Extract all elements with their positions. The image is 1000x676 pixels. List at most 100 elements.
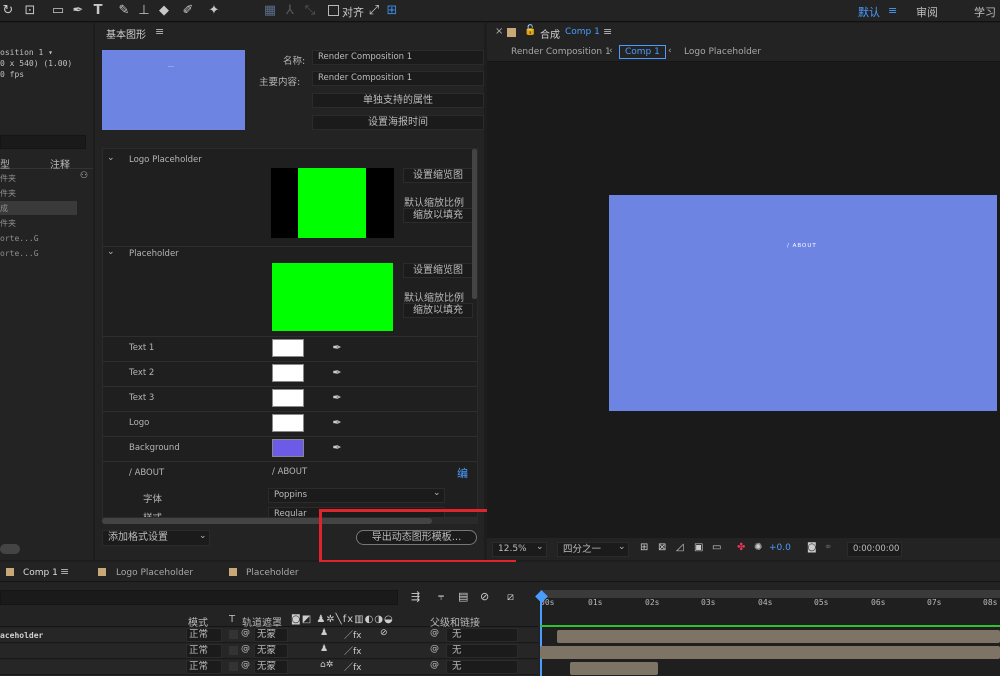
eraser-tool-icon[interactable]: ◆ xyxy=(156,3,172,19)
workspace-menu-icon[interactable]: ≡ xyxy=(888,4,897,17)
tab-logo-placeholder[interactable]: Logo Placeholder xyxy=(116,568,193,578)
property-list-scrollbar[interactable] xyxy=(472,149,477,299)
region-of-interest-icon[interactable]: ▣ xyxy=(694,542,703,553)
graph-editor-icon[interactable]: ⧄ xyxy=(507,590,514,604)
roto-brush-tool-icon[interactable]: ✐ xyxy=(180,3,196,19)
project-search-input[interactable] xyxy=(0,135,86,149)
col-track-matte[interactable]: 轨道遮罩 xyxy=(242,614,282,629)
snap-checkbox[interactable] xyxy=(328,5,339,16)
snap-grid-icon[interactable]: ▦ xyxy=(262,3,278,19)
layer-bar[interactable] xyxy=(557,630,1000,643)
color-swatch-text2[interactable] xyxy=(272,364,304,382)
color-swatch-logo[interactable] xyxy=(272,414,304,432)
draft-3d-icon[interactable]: ⫧ xyxy=(438,590,444,604)
work-area-bar[interactable] xyxy=(540,590,1000,598)
panel-title[interactable]: 基本图形 xyxy=(106,26,146,41)
preserve-transparency-toggle[interactable] xyxy=(229,630,238,639)
pick-whip-icon[interactable]: @ xyxy=(430,628,439,638)
pick-whip-icon[interactable]: @ xyxy=(430,660,439,670)
guides-icon[interactable]: ▭ xyxy=(712,542,721,553)
motion-blur-switch-icon[interactable]: ⊘ xyxy=(380,628,388,638)
add-format-select[interactable]: 添加格式设置 xyxy=(102,530,210,546)
shy-layers-icon[interactable]: ▤ xyxy=(458,590,468,603)
chevron-down-icon[interactable]: ⌄ xyxy=(536,542,544,552)
set-poster-time-button[interactable]: 设置海报时间 xyxy=(312,115,484,130)
exposure-reset-icon[interactable]: ✺ xyxy=(754,542,762,553)
fx-switch-icon[interactable]: ／fx xyxy=(344,660,362,673)
fast-preview-icon[interactable]: ⊞ xyxy=(640,542,648,553)
chevron-down-icon[interactable]: ⌄ xyxy=(199,531,207,541)
breadcrumb-comp1[interactable]: Comp 1 xyxy=(619,45,666,59)
matte-select[interactable]: 无蒙 xyxy=(254,628,288,642)
parent-select[interactable]: 无 xyxy=(446,644,518,658)
fx-switch-icon[interactable]: ／fx xyxy=(344,628,362,641)
workspace-learn[interactable]: 学习 xyxy=(974,4,996,20)
panel-menu-icon[interactable]: ≡ xyxy=(603,25,612,38)
comp-canvas[interactable]: / ABOUT xyxy=(609,195,997,411)
eyedropper-icon[interactable]: ✒ xyxy=(331,391,343,405)
timecode-field[interactable]: 0:00:00:00 xyxy=(847,542,902,557)
clone-stamp-tool-icon[interactable]: ⊥ xyxy=(136,3,152,19)
mode-select[interactable]: 正常 xyxy=(186,660,222,674)
pen-tool-icon[interactable]: ✒ xyxy=(70,3,86,19)
panel-menu-icon[interactable]: ≡ xyxy=(60,565,69,578)
matte-link-icon[interactable]: @ xyxy=(241,628,250,638)
list-item[interactable]: orte...G xyxy=(0,249,39,258)
transparency-grid-icon[interactable]: ⊠ xyxy=(658,542,666,553)
layer-bar[interactable] xyxy=(570,662,658,675)
scale-select[interactable]: 缩放以填充 xyxy=(403,208,473,223)
brush-tool-icon[interactable]: ✎ xyxy=(116,3,132,19)
matte-link-icon[interactable]: @ xyxy=(241,644,250,654)
shy-switch-icon[interactable]: ♟ xyxy=(320,644,328,654)
eyedropper-icon[interactable]: ✒ xyxy=(331,366,343,380)
scale-select[interactable]: 缩放以填充 xyxy=(403,303,473,318)
lock-icon[interactable]: 🔓 xyxy=(524,25,536,36)
list-item[interactable]: 件夹 xyxy=(0,218,16,229)
motion-blur-icon[interactable]: ⊘ xyxy=(480,590,489,603)
breadcrumb-logo-placeholder[interactable]: Logo Placeholder xyxy=(684,47,761,57)
panel-menu-icon[interactable]: ≡ xyxy=(155,25,164,38)
matte-link-icon[interactable]: @ xyxy=(241,660,250,670)
col-mode[interactable]: 模式 xyxy=(188,614,208,629)
color-channels-icon[interactable]: ✤ xyxy=(737,542,745,553)
list-item[interactable]: 成 xyxy=(0,203,8,214)
parent-select[interactable]: 无 xyxy=(446,628,518,642)
tab-comp1[interactable]: Comp 1 xyxy=(23,568,58,578)
mask-visibility-icon[interactable]: ◿ xyxy=(676,542,684,553)
parent-select[interactable]: 无 xyxy=(446,660,518,674)
eyedropper-icon[interactable]: ✒ xyxy=(331,416,343,430)
eyedropper-icon[interactable]: ✒ xyxy=(331,341,343,355)
solo-properties-button[interactable]: 单独支持的属性 xyxy=(312,93,484,108)
name-field[interactable]: Render Composition 1 xyxy=(312,50,484,65)
rectangle-tool-icon[interactable]: ▭ xyxy=(50,3,66,19)
list-item[interactable]: 件夹 xyxy=(0,188,16,199)
primary-field[interactable]: Render Composition 1 xyxy=(312,71,484,86)
shy-switch-icon[interactable]: ♟ xyxy=(320,628,328,638)
col-parent[interactable]: 父级和链接 xyxy=(430,614,480,629)
workspace-review[interactable]: 审阅 xyxy=(916,4,938,20)
layer-bar[interactable] xyxy=(540,646,1000,659)
playhead[interactable] xyxy=(540,594,542,676)
snap-options-icon[interactable]: ⤢ xyxy=(366,3,382,19)
chevron-down-icon[interactable]: ⌄ xyxy=(433,488,441,498)
about-value[interactable]: / ABOUT xyxy=(272,467,307,477)
comp-link[interactable]: Comp 1 xyxy=(565,27,600,37)
set-thumbnail-button[interactable]: 设置缩览图 xyxy=(403,168,473,183)
fx-switch-icon[interactable]: ／fx xyxy=(344,644,362,657)
col-t[interactable]: T xyxy=(229,614,235,625)
col-comment[interactable]: 注释 xyxy=(50,156,70,171)
preserve-transparency-toggle[interactable] xyxy=(229,646,238,655)
tab-placeholder[interactable]: Placeholder xyxy=(246,568,299,578)
table-row[interactable]: aceholder 正常 @ 无蒙 ♟ ／fx ⊘ @ 无 xyxy=(0,628,538,643)
snap-target-icon[interactable]: ⊞ xyxy=(384,3,400,19)
matte-select[interactable]: 无蒙 xyxy=(254,644,288,658)
table-row[interactable]: 正常 @ 无蒙 ♟ ／fx @ 无 xyxy=(0,644,538,659)
color-swatch-background[interactable] xyxy=(272,439,304,457)
layer-name[interactable]: aceholder xyxy=(0,631,43,640)
font-select[interactable]: Poppins xyxy=(268,488,445,503)
preserve-transparency-toggle[interactable] xyxy=(229,662,238,671)
color-swatch-text1[interactable] xyxy=(272,339,304,357)
time-graph[interactable]: 00s 01s 02s 03s 04s 05s 06s 07s 08s xyxy=(535,590,1000,676)
chevron-down-icon[interactable]: ⌄ xyxy=(107,153,115,163)
eyedropper-icon[interactable]: ✒ xyxy=(331,441,343,455)
